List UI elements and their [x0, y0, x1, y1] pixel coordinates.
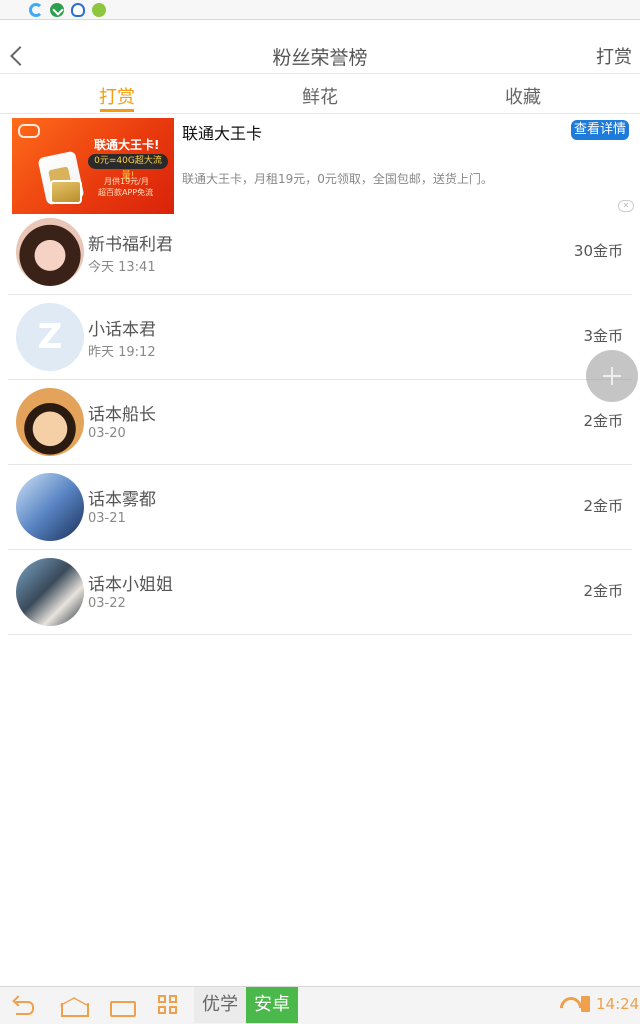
user-name: 话本船长 — [88, 405, 156, 425]
coin-amount: 30金币 — [573, 242, 623, 260]
screen: 粉丝荣誉榜 打赏 打赏 鲜花 收藏 联通大王卡! 0元=40G超大流量! 月供1… — [0, 0, 640, 1024]
avatar[interactable] — [16, 473, 84, 541]
status-bar — [0, 0, 640, 20]
list-item[interactable]: 小话本君 昨天 19:12 3金币 — [8, 295, 632, 380]
tab-flowers[interactable]: 鲜花 — [270, 83, 370, 109]
header: 粉丝荣誉榜 打赏 — [0, 38, 640, 74]
system-nav-bar: 优学 安卓 14:24 — [0, 986, 640, 1024]
reward-time: 03-22 — [88, 596, 126, 611]
leaderboard-list: 新书福利君 今天 13:41 30金币 小话本君 昨天 19:12 3金币 话本… — [8, 210, 632, 635]
sim-chip-icon — [50, 180, 82, 204]
reward-time: 今天 13:41 — [88, 260, 156, 275]
download-icon — [50, 3, 64, 17]
ad-title: 联通大王卡 — [182, 124, 263, 143]
avatar[interactable] — [16, 303, 84, 371]
floating-add-button[interactable] — [586, 350, 638, 402]
nav-back-icon[interactable] — [12, 997, 38, 1015]
brand-left[interactable]: 优学 — [194, 987, 246, 1023]
battery-icon — [581, 996, 590, 1012]
coin-amount: 3金币 — [583, 327, 623, 345]
tab-bar: 打赏 鲜花 收藏 — [0, 74, 640, 114]
ad-image-headline: 联通大王卡! — [94, 138, 160, 152]
app-notification-icon — [92, 3, 106, 17]
reward-button[interactable]: 打赏 — [596, 43, 632, 69]
tab-reward[interactable]: 打赏 — [67, 83, 167, 109]
coin-amount: 2金币 — [583, 497, 623, 515]
reward-time: 03-20 — [88, 426, 126, 441]
nav-app-grid-icon[interactable] — [158, 995, 180, 1017]
user-name: 新书福利君 — [88, 235, 173, 255]
ad-image-line2: 超百款APP免流 — [98, 188, 154, 197]
avatar[interactable] — [16, 388, 84, 456]
list-item[interactable]: 话本船长 03-20 2金币 — [8, 380, 632, 465]
qq-icon — [71, 3, 85, 17]
reward-time: 03-21 — [88, 511, 126, 526]
page-title: 粉丝荣誉榜 — [272, 47, 368, 69]
active-tab-indicator — [100, 109, 134, 112]
coin-amount: 2金币 — [583, 412, 623, 430]
ad-banner[interactable]: 联通大王卡! 0元=40G超大流量! 月供19元/月 超百款APP免流 联通大王… — [0, 114, 640, 214]
nav-recent-apps-icon[interactable] — [108, 997, 136, 1017]
tab-favorites[interactable]: 收藏 — [473, 83, 573, 109]
user-name: 话本雾都 — [88, 490, 156, 510]
ad-image-pill: 0元=40G超大流量! — [88, 154, 168, 181]
ad-image-line1: 月供19元/月 — [104, 177, 149, 186]
user-name: 小话本君 — [88, 320, 156, 340]
ad-details-button[interactable]: 查看详情 — [571, 120, 629, 140]
list-item[interactable]: 话本小姐姐 03-22 2金币 — [8, 550, 632, 635]
clock: 14:24 — [596, 995, 640, 1013]
reward-time: 昨天 19:12 — [88, 345, 156, 360]
avatar[interactable] — [16, 558, 84, 626]
brand-right[interactable]: 安卓 — [246, 987, 298, 1023]
user-name: 话本小姐姐 — [88, 575, 173, 595]
unicom-logo-icon — [18, 124, 40, 138]
coin-amount: 2金币 — [583, 582, 623, 600]
ad-description: 联通大王卡，月租19元，0元领取，全国包邮，送货上门。 — [182, 172, 493, 186]
sync-icon — [29, 3, 43, 17]
list-item[interactable]: 话本雾都 03-21 2金币 — [8, 465, 632, 550]
nav-home-icon[interactable] — [58, 997, 89, 1017]
ad-image[interactable]: 联通大王卡! 0元=40G超大流量! 月供19元/月 超百款APP免流 — [12, 118, 174, 214]
wifi-icon — [560, 997, 576, 1011]
avatar[interactable] — [16, 218, 84, 286]
list-item[interactable]: 新书福利君 今天 13:41 30金币 — [8, 210, 632, 295]
